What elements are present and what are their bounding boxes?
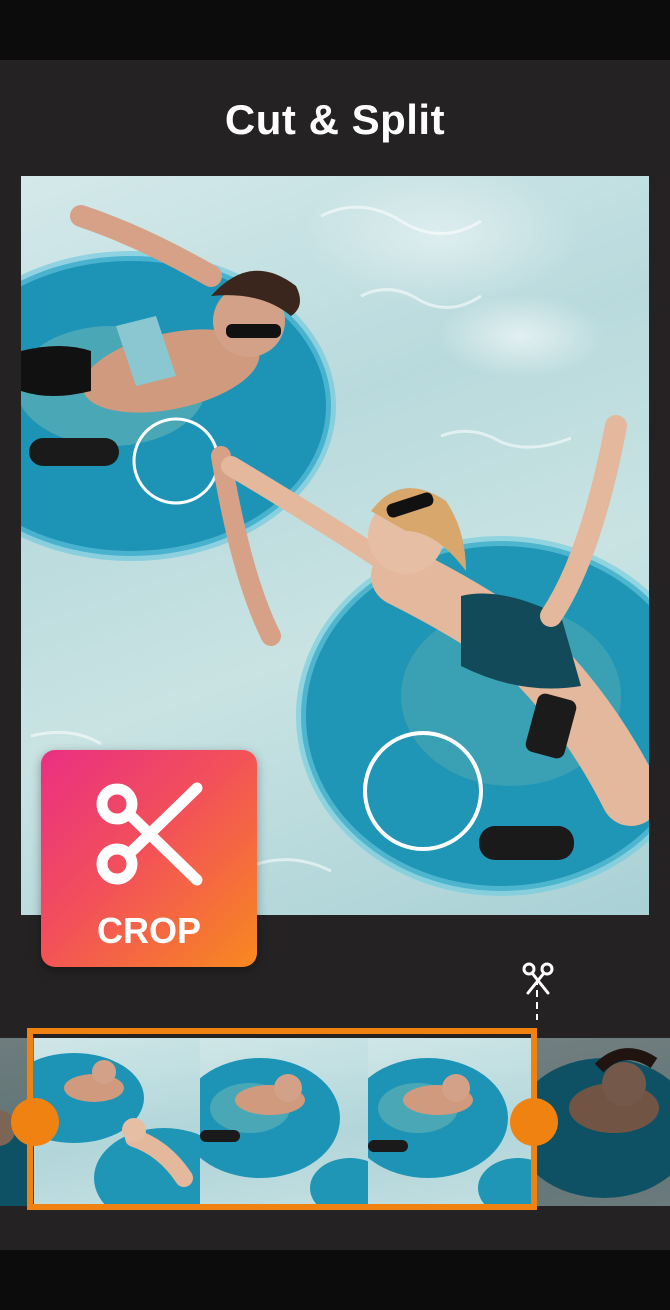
scissors-icon: [96, 782, 203, 886]
status-bar: [0, 0, 670, 60]
page-title: Cut & Split: [224, 96, 446, 143]
trim-handle-left[interactable]: [11, 1098, 59, 1146]
trim-selection[interactable]: [27, 1028, 537, 1210]
crop-badge[interactable]: CROP: [41, 750, 257, 967]
navigation-bar: [0, 1250, 670, 1310]
trim-handle-right[interactable]: [510, 1098, 558, 1146]
split-scissors-icon[interactable]: [520, 940, 556, 1020]
crop-label: CROP: [96, 910, 201, 951]
split-line: [536, 978, 538, 1020]
